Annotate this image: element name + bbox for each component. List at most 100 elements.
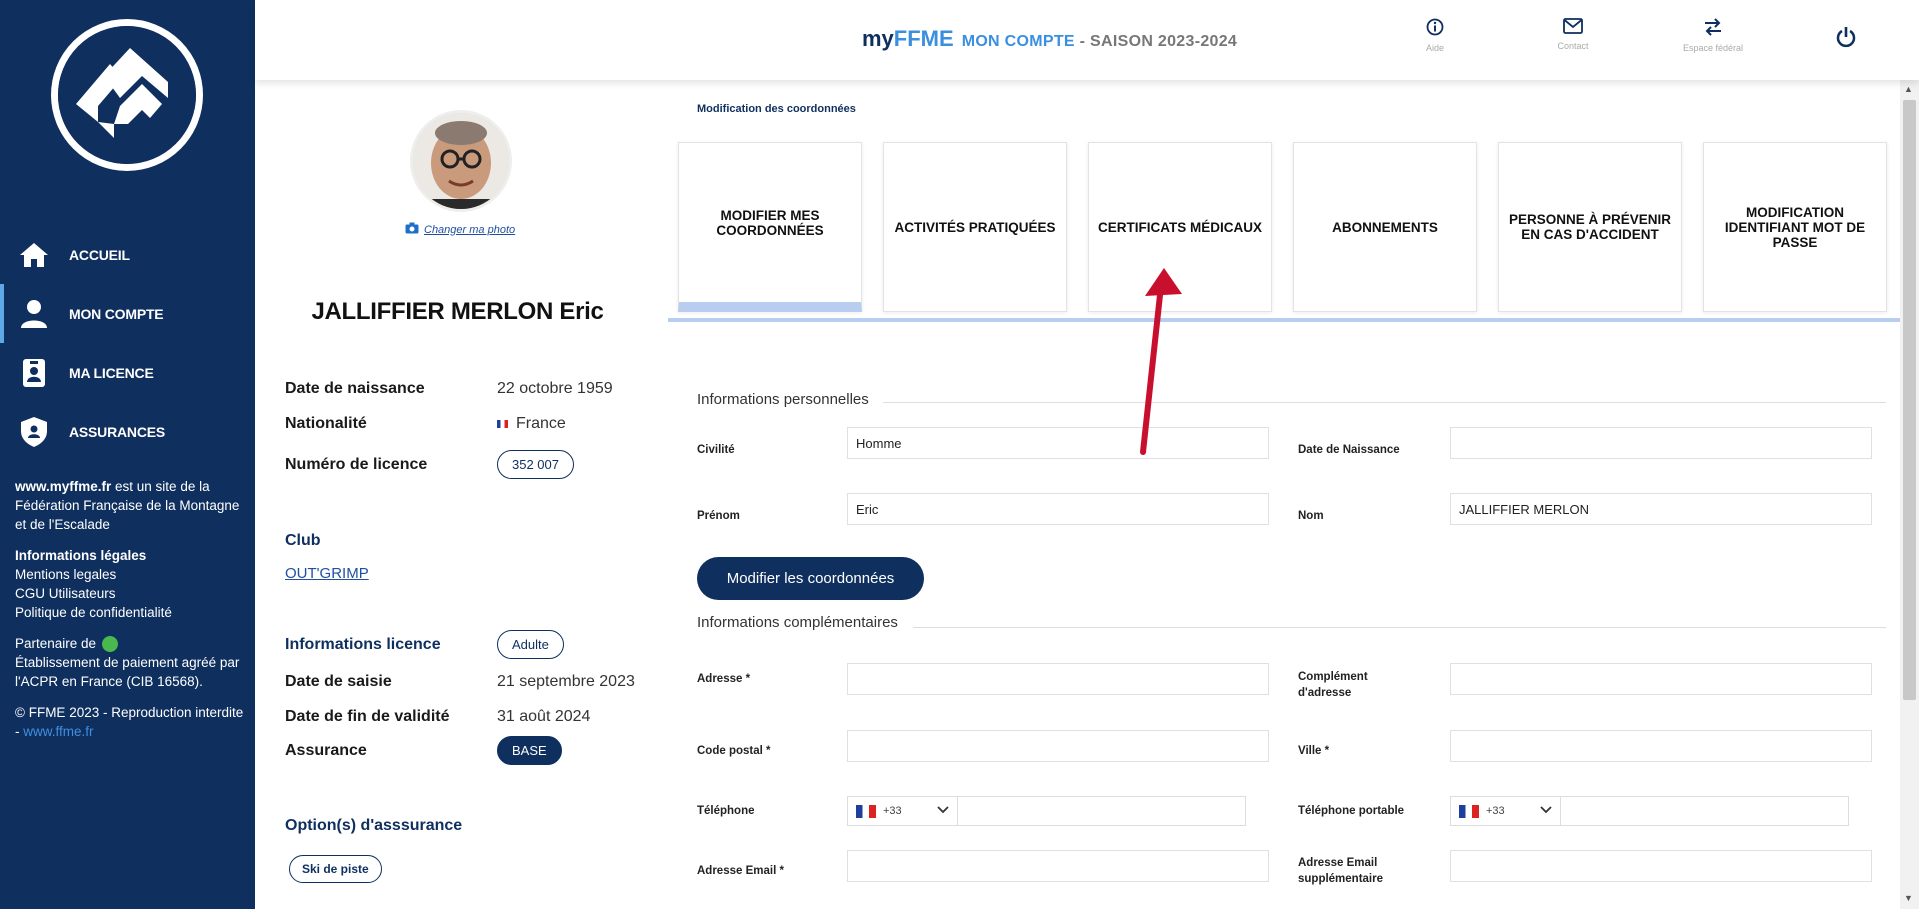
cgu-link[interactable]: CGU Utilisateurs — [15, 584, 247, 603]
site-info: www.myffme.fr est un site de la Fédérati… — [15, 477, 247, 534]
sidebar: ACCUEIL MON COMPTE MA LICENCE ASSURANCES — [0, 0, 255, 909]
birthdate-label: Date de naissance — [285, 380, 425, 397]
partner-desc: Établissement de paiement agréé par l'AC… — [15, 655, 240, 689]
tab-underline — [668, 318, 1900, 322]
license-info-row: Informations licence Adulte — [285, 630, 564, 659]
civility-field[interactable]: Homme — [847, 427, 1269, 459]
partner-logo-icon — [101, 636, 118, 653]
phone-country-code: +33 — [883, 805, 902, 817]
change-photo-label: Changer ma photo — [424, 223, 516, 236]
tab-certificats[interactable]: CERTIFICATS MÉDICAUX — [1088, 142, 1272, 312]
federal-space-label: Espace fédéral — [1682, 43, 1744, 53]
entry-date-row: Date de saisie 21 septembre 2023 — [285, 673, 635, 691]
license-number-badge: 352 007 — [497, 450, 574, 479]
license-number-label: Numéro de licence — [285, 456, 428, 473]
scroll-thumb[interactable] — [1903, 100, 1916, 700]
tab-modifier-coordonnees[interactable]: MODIFIER MES COORDONNÉES — [678, 142, 862, 312]
nationality-value-wrap: France — [497, 415, 566, 432]
change-photo-link[interactable]: Changer ma photo — [405, 222, 515, 237]
sidebar-item-label: ASSURANCES — [69, 423, 166, 440]
home-icon — [18, 239, 50, 271]
brand-ffme: FFME — [893, 26, 954, 51]
email2-label: Adresse Email supplémentaire — [1298, 857, 1383, 885]
mobile-country-code: +33 — [1486, 805, 1505, 817]
sidebar-item-accueil[interactable]: ACCUEIL — [0, 225, 255, 284]
divider — [883, 402, 1886, 403]
help-label: Aide — [1425, 43, 1444, 53]
legal-title: Informations légales — [15, 548, 147, 563]
tab-personne-prevenir[interactable]: PERSONNE À PRÉVENIR EN CAS D'ACCIDENT — [1498, 142, 1682, 312]
insurance-row: Assurance BASE — [285, 736, 562, 765]
mentions-legales-link[interactable]: Mentions legales — [15, 565, 247, 584]
nationality-value: France — [516, 415, 566, 432]
birthdate-row: Date de naissance 22 octobre 1959 — [285, 380, 613, 398]
mobile-number-input[interactable] — [1561, 797, 1848, 825]
logout-button[interactable] — [1835, 26, 1857, 53]
firstname-field[interactable]: Eric — [847, 493, 1269, 525]
power-icon — [1835, 27, 1857, 52]
city-field[interactable] — [1450, 730, 1872, 762]
address2-label: Complément d'adresse — [1298, 671, 1368, 699]
personal-info-title: Informations personnelles — [697, 391, 869, 408]
email2-field[interactable] — [1450, 850, 1872, 882]
france-flag-icon — [856, 804, 876, 818]
scroll-down-icon[interactable]: ▼ — [1904, 893, 1913, 903]
contact-button[interactable]: Contact — [1538, 18, 1608, 51]
tab-activites[interactable]: ACTIVITÉS PRATIQUÉES — [883, 142, 1067, 312]
lastname-label: Nom — [1298, 510, 1324, 522]
copyright: © FFME 2023 - Reproduction interdite - w… — [15, 703, 247, 741]
contact-label: Contact — [1557, 41, 1589, 51]
tab-identifiant[interactable]: MODIFICATION IDENTIFIANT MOT DE PASSE — [1703, 142, 1887, 312]
birthdate-field[interactable] — [1450, 427, 1872, 459]
ffme-site-link[interactable]: www.ffme.fr — [23, 724, 93, 739]
modify-coordinates-button[interactable]: Modifier les coordonnées — [697, 557, 924, 600]
partner-block: Partenaire de Établissement de paiement … — [15, 634, 247, 691]
license-number-row: Numéro de licence 352 007 — [285, 450, 574, 479]
address-field[interactable] — [847, 663, 1269, 695]
insurance-option-ski[interactable]: Ski de piste — [289, 855, 382, 883]
ffme-logo-icon — [58, 26, 196, 164]
tab-abonnements[interactable]: ABONNEMENTS — [1293, 142, 1477, 312]
sidebar-item-ma-licence[interactable]: MA LICENCE — [0, 343, 255, 402]
insurance-label: Assurance — [285, 742, 367, 759]
divider — [913, 627, 1886, 628]
phone-country-select[interactable]: +33 — [848, 797, 958, 825]
camera-icon — [405, 222, 419, 237]
email-field[interactable] — [847, 850, 1269, 882]
nationality-row: Nationalité France — [285, 415, 566, 433]
sidebar-item-label: MON COMPTE — [69, 305, 164, 322]
scroll-up-icon[interactable]: ▲ — [1904, 84, 1913, 94]
end-date-label: Date de fin de validité — [285, 708, 450, 725]
email-label: Adresse Email * — [697, 865, 784, 877]
brand-title: myFFME MON COMPTE - SAISON 2023-2024 — [862, 26, 1237, 52]
phone-number-input[interactable] — [958, 797, 1245, 825]
partner-text: Partenaire de — [15, 636, 97, 651]
site-url: www.myffme.fr — [15, 479, 112, 494]
member-name: JALLIFFIER MERLON Eric — [311, 298, 604, 325]
entry-date-value: 21 septembre 2023 — [497, 673, 635, 690]
avatar-photo — [413, 113, 509, 209]
info-icon — [1426, 18, 1444, 40]
sidebar-item-assurances[interactable]: ASSURANCES — [0, 402, 255, 461]
postal-code-field[interactable] — [847, 730, 1269, 762]
page-scrollbar[interactable]: ▲ ▼ — [1900, 80, 1919, 909]
help-button[interactable]: Aide — [1400, 18, 1470, 53]
mobile-country-select[interactable]: +33 — [1451, 797, 1561, 825]
sidebar-footer: www.myffme.fr est un site de la Fédérati… — [15, 477, 247, 753]
address-label: Adresse * — [697, 673, 751, 685]
privacy-link[interactable]: Politique de confidentialité — [15, 603, 247, 622]
postal-code-label: Code postal * — [697, 745, 771, 757]
insurance-options-title: Option(s) d'asssurance — [285, 817, 463, 834]
federal-space-button[interactable]: Espace fédéral — [1678, 18, 1748, 53]
ffme-logo[interactable] — [51, 19, 203, 171]
badge-icon — [18, 357, 50, 389]
avatar — [410, 110, 512, 212]
sidebar-item-mon-compte[interactable]: MON COMPTE — [0, 284, 255, 343]
complementary-info-title: Informations complémentaires — [697, 614, 898, 631]
club-link[interactable]: OUT'GRIMP — [285, 565, 369, 582]
address2-field[interactable] — [1450, 663, 1872, 695]
lastname-field[interactable]: JALLIFFIER MERLON — [1450, 493, 1872, 525]
civility-label: Civilité — [697, 444, 735, 456]
end-date-value: 31 août 2024 — [497, 708, 591, 725]
season-label: - SAISON 2023-2024 — [1074, 33, 1238, 50]
